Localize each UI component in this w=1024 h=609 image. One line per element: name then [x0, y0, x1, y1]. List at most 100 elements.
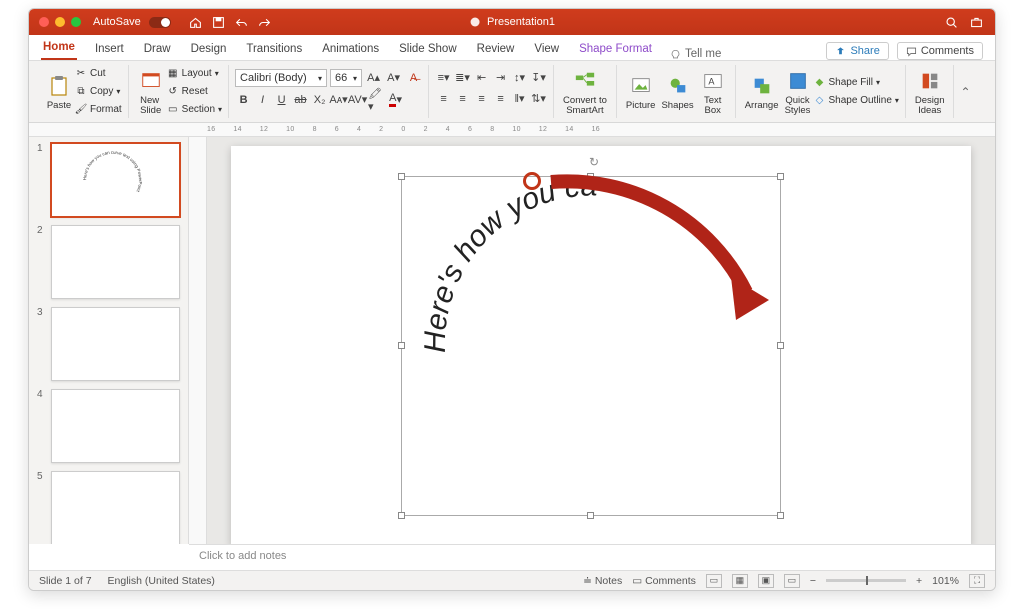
clear-format-button[interactable]: A̶ — [405, 69, 422, 86]
thumbnail-1[interactable]: 1 Here's how you can curve text using Po… — [37, 143, 180, 217]
minimize-icon[interactable] — [55, 17, 65, 27]
tab-insert[interactable]: Insert — [93, 39, 126, 60]
svg-text:Here's how you can curve text: Here's how you can curve text using Powe… — [82, 150, 143, 194]
normal-view-button[interactable]: ▭ — [706, 574, 722, 588]
notes-toggle[interactable]: ≐ Notes — [583, 575, 622, 587]
undo-icon[interactable] — [235, 16, 248, 29]
tab-shape-format[interactable]: Shape Format — [577, 39, 654, 60]
align-right-button[interactable]: ≡ — [473, 90, 490, 107]
workspace: 1 Here's how you can curve text using Po… — [29, 137, 995, 544]
thumbnail-5[interactable]: 5 — [37, 471, 180, 544]
toolbox-icon[interactable] — [970, 16, 983, 29]
thumbnail-2[interactable]: 2 — [37, 225, 180, 299]
copy-button[interactable]: ⧉Copy▾ — [75, 84, 122, 100]
window-controls[interactable] — [29, 17, 81, 27]
bullets-button[interactable]: ≡▾ — [435, 69, 452, 86]
layout-button[interactable]: ▦Layout▾ — [167, 66, 222, 82]
tab-home[interactable]: Home — [41, 37, 77, 60]
format-painter-button[interactable]: 🖌Format — [75, 102, 122, 118]
autosave-toggle[interactable] — [149, 17, 171, 28]
tellme-icon — [670, 49, 681, 60]
zoom-slider[interactable] — [826, 579, 906, 582]
shape-outline-button[interactable]: ◇Shape Outline▾ — [814, 93, 899, 109]
design-ideas-button[interactable]: Design Ideas — [912, 68, 948, 115]
comments-toggle[interactable]: ▭ Comments — [632, 575, 696, 587]
home-icon[interactable] — [189, 16, 202, 29]
horizontal-ruler: 1614121086420246810121416 — [29, 123, 995, 137]
align-left-button[interactable]: ≡ — [435, 90, 452, 107]
autosave-label: AutoSave — [93, 16, 141, 28]
section-button[interactable]: ▭Section▾ — [167, 102, 222, 118]
tab-review[interactable]: Review — [475, 39, 517, 60]
share-button[interactable]: Share — [826, 42, 888, 60]
line-spacing-button[interactable]: ↕▾ — [511, 69, 528, 86]
subscript-button[interactable]: X₂ — [311, 91, 328, 108]
clipboard-group: Paste ✂Cut ⧉Copy▾ 🖌Format — [37, 65, 129, 118]
align-text-button[interactable]: ⇅▾ — [530, 90, 547, 107]
arrange-button[interactable]: Arrange — [742, 73, 782, 111]
tab-design[interactable]: Design — [189, 39, 229, 60]
sorter-view-button[interactable]: ▦ — [732, 574, 748, 588]
cut-button[interactable]: ✂Cut — [75, 66, 122, 82]
increase-font-button[interactable]: A▴ — [365, 69, 382, 86]
collapse-ribbon-icon[interactable]: ⌃ — [960, 85, 970, 99]
smartart-button[interactable]: Convert to SmartArt — [560, 68, 610, 115]
redo-icon[interactable] — [258, 16, 271, 29]
slideshow-view-button[interactable]: ▭ — [784, 574, 800, 588]
new-slide-button[interactable]: New Slide — [135, 68, 167, 115]
slide: ↻ Here's how you can curve text using Po… — [231, 146, 971, 545]
reset-button[interactable]: ↺Reset — [167, 84, 222, 100]
numbering-button[interactable]: ≣▾ — [454, 69, 471, 86]
spacing-button[interactable]: AV▾ — [349, 91, 366, 108]
bold-button[interactable]: B — [235, 91, 252, 108]
underline-button[interactable]: U — [273, 91, 290, 108]
tab-view[interactable]: View — [532, 39, 561, 60]
increase-indent-button[interactable]: ⇥ — [492, 69, 509, 86]
font-name-input[interactable]: Calibri (Body)▾ — [235, 69, 327, 87]
search-icon[interactable] — [945, 16, 958, 29]
arrange-group: Arrange Quick Styles ◆Shape Fill▾ ◇Shape… — [736, 65, 906, 118]
reading-view-button[interactable]: ▣ — [758, 574, 774, 588]
slide-canvas[interactable]: ↻ Here's how you can curve text using Po… — [207, 137, 995, 544]
fit-window-button[interactable]: ⛶ — [969, 574, 985, 588]
shapes-button[interactable]: Shapes — [658, 73, 696, 111]
highlight-button[interactable]: 🖍▾ — [368, 91, 385, 108]
italic-button[interactable]: I — [254, 91, 271, 108]
justify-button[interactable]: ≡ — [492, 90, 509, 107]
quickstyles-button[interactable]: Quick Styles — [782, 68, 814, 115]
columns-button[interactable]: ‖▾ — [511, 90, 528, 107]
tab-transitions[interactable]: Transitions — [244, 39, 304, 60]
tab-slideshow[interactable]: Slide Show — [397, 39, 459, 60]
zoom-out-button[interactable]: − — [810, 575, 816, 587]
tellme-input[interactable]: Tell me — [685, 48, 721, 60]
decrease-font-button[interactable]: A▾ — [385, 69, 402, 86]
font-size-input[interactable]: 66▾ — [330, 69, 362, 87]
maximize-icon[interactable] — [71, 17, 81, 27]
shapes-icon — [667, 75, 689, 97]
align-center-button[interactable]: ≡ — [454, 90, 471, 107]
comments-button[interactable]: Comments — [897, 42, 983, 60]
paste-button[interactable]: Paste — [43, 73, 75, 111]
thumbnail-4[interactable]: 4 — [37, 389, 180, 463]
notes-pane[interactable]: Click to add notes — [189, 544, 995, 570]
strike-button[interactable]: ab — [292, 91, 309, 108]
thumbnail-3[interactable]: 3 — [37, 307, 180, 381]
changecase-button[interactable]: Aᴀ▾ — [330, 91, 347, 108]
arrange-icon — [751, 75, 773, 97]
decrease-indent-button[interactable]: ⇤ — [473, 69, 490, 86]
shape-fill-button[interactable]: ◆Shape Fill▾ — [814, 75, 899, 91]
picture-button[interactable]: Picture — [623, 73, 659, 111]
titlebar: AutoSave Presentation1 — [29, 9, 995, 35]
font-color-button[interactable]: A▾ — [387, 91, 404, 108]
save-icon[interactable] — [212, 16, 225, 29]
zoom-level[interactable]: 101% — [932, 575, 959, 587]
tab-animations[interactable]: Animations — [320, 39, 381, 60]
textbox-button[interactable]: AText Box — [697, 68, 729, 115]
close-icon[interactable] — [39, 17, 49, 27]
language-status[interactable]: English (United States) — [108, 575, 215, 587]
slide-thumbnails[interactable]: 1 Here's how you can curve text using Po… — [29, 137, 189, 544]
text-direction-button[interactable]: ↧▾ — [530, 69, 547, 86]
tab-draw[interactable]: Draw — [142, 39, 173, 60]
smartart-icon — [574, 70, 596, 92]
zoom-in-button[interactable]: + — [916, 575, 922, 587]
